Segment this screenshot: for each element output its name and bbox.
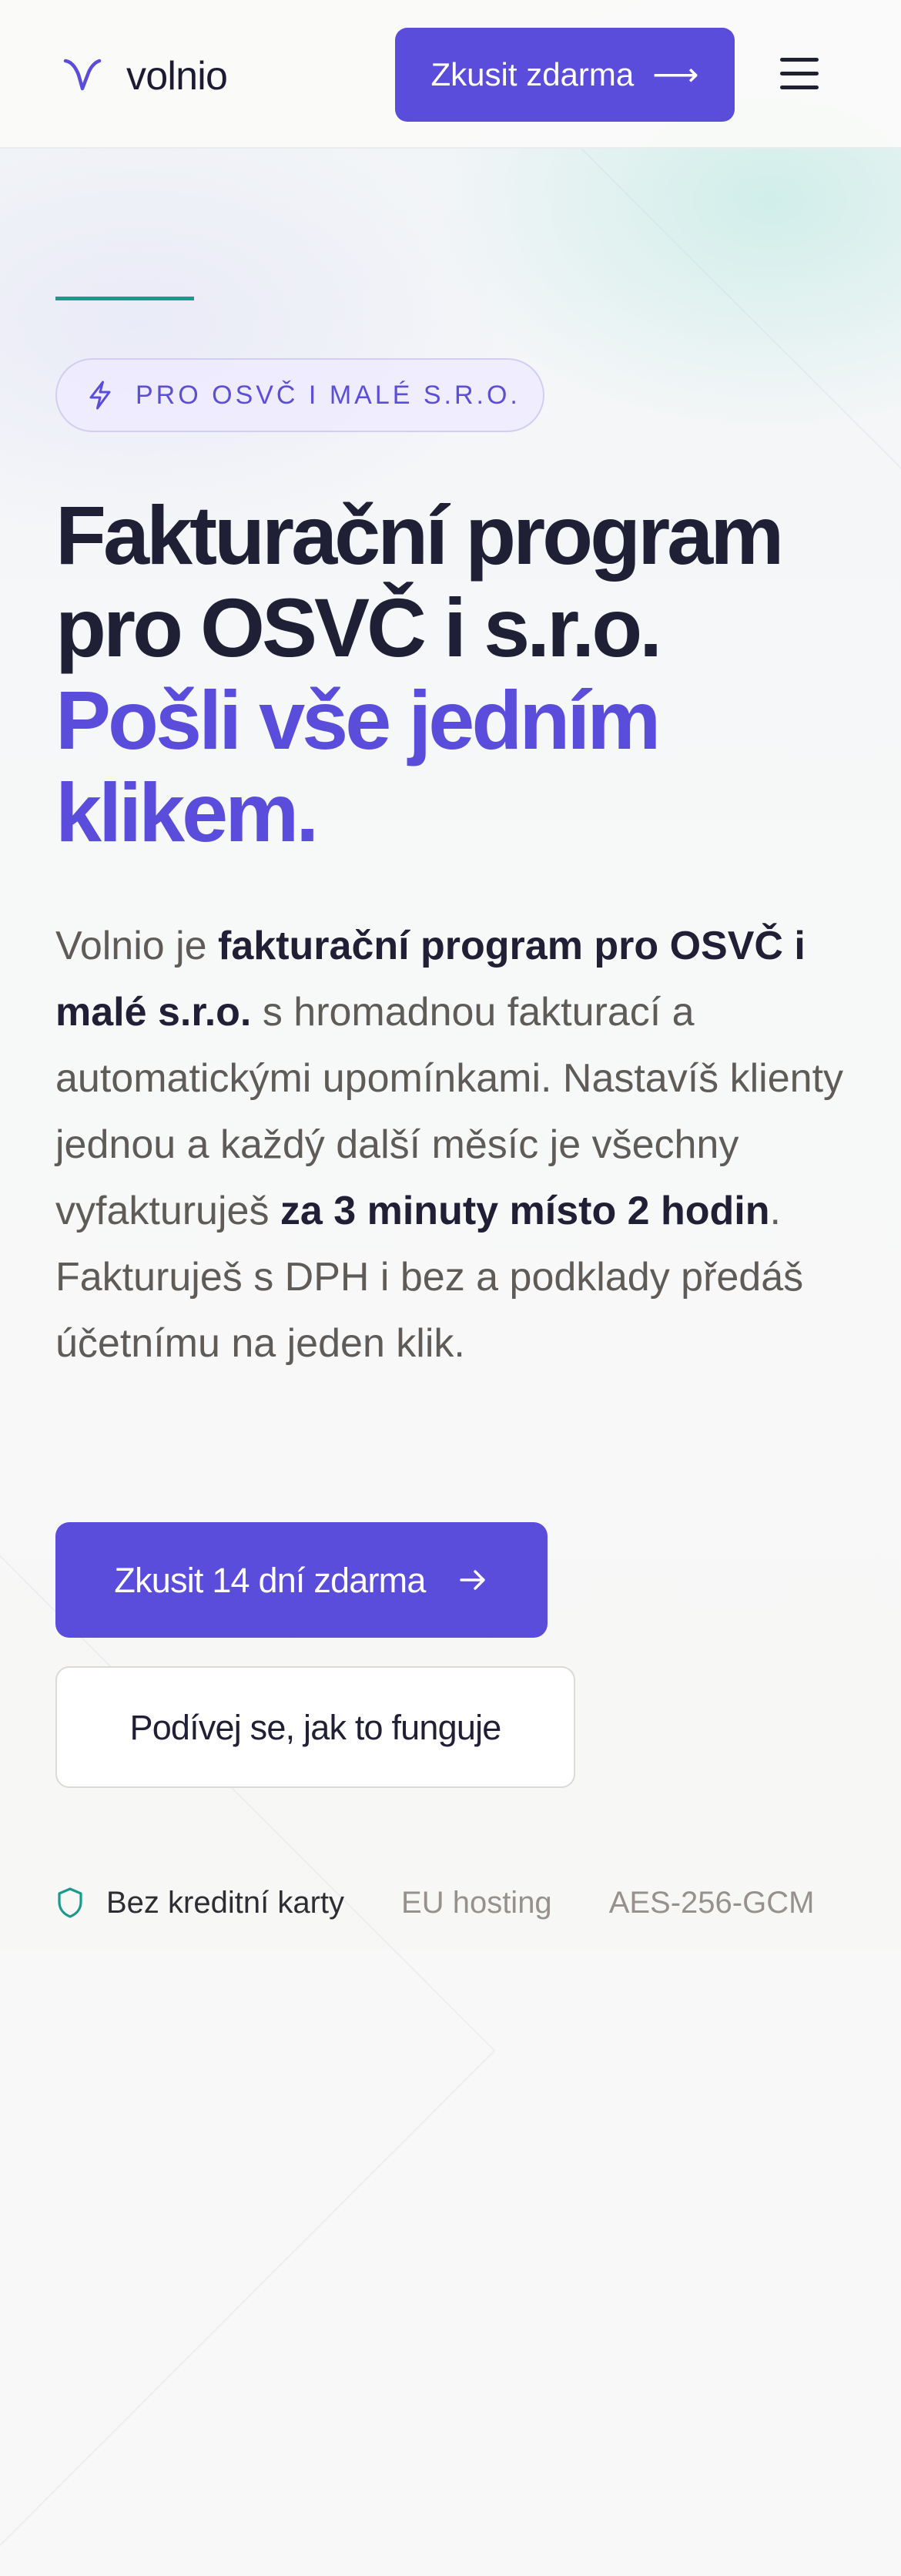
hero-title-highlight-line: klikem.	[55, 766, 319, 859]
hero-title-line: Fakturační program	[55, 488, 784, 582]
volnio-home-link[interactable]: volnio	[60, 49, 228, 103]
hamburger-menu-icon-line	[780, 86, 819, 89]
see-how-it-works-button[interactable]: Podívej se, jak to funguje	[55, 1666, 575, 1788]
start-free-trial-label: Zkusit 14 dní zdarma	[114, 1560, 426, 1600]
hamburger-menu-icon-line	[780, 58, 819, 62]
free-trial-header-label: Zkusit zdarma	[430, 56, 635, 92]
hero-description: Volnio je fakturační program pro OSVČ i …	[55, 913, 856, 1377]
volnio-v-logo-icon	[63, 59, 102, 91]
free-trial-header-button[interactable]: Zkusit zdarma ⟶	[395, 28, 735, 122]
no-credit-card-badge: Bez kreditní karty	[55, 1887, 344, 1919]
see-how-it-works-label: Podívej se, jak to funguje	[129, 1707, 501, 1747]
eu-hosting-badge: EU hosting	[401, 1887, 552, 1918]
arrow-right-icon: ⟶	[652, 56, 699, 92]
hamburger-menu-button[interactable]	[778, 51, 822, 96]
description-emphasis: za 3 minuty místo 2 hodin	[280, 1189, 770, 1233]
trust-badges: Bez kreditní karty EU hosting AES-256-GC…	[55, 1880, 841, 1926]
start-free-trial-button[interactable]: Zkusit 14 dní zdarma	[55, 1522, 548, 1638]
trust-item-label: Bez kreditní karty	[106, 1886, 345, 1920]
hero-title-highlight-line: Pošli vše jedním	[55, 673, 661, 766]
arrow-right-icon	[459, 1570, 485, 1590]
target-audience-badge: PRO OSVČ I MALÉ S.R.O.	[55, 358, 544, 432]
top-navigation: volnio Zkusit zdarma ⟶	[0, 0, 901, 149]
trust-item-label: EU hosting	[401, 1886, 552, 1920]
badge-text: PRO OSVČ I MALÉ S.R.O.	[136, 381, 521, 410]
encryption-badge: AES-256-GCM	[609, 1887, 815, 1918]
lightning-icon	[89, 381, 111, 410]
hero-title-line: pro OSVČ i s.r.o.	[55, 581, 662, 674]
description-text: Volnio je	[55, 924, 219, 968]
hero-title: Fakturační program pro OSVČ i s.r.o. Poš…	[55, 489, 849, 859]
hamburger-menu-icon-line	[780, 72, 819, 75]
trust-item-label: AES-256-GCM	[608, 1886, 815, 1920]
brand-name: volnio	[126, 54, 228, 99]
shield-icon	[58, 1887, 82, 1918]
hero-accent-line	[55, 297, 194, 300]
